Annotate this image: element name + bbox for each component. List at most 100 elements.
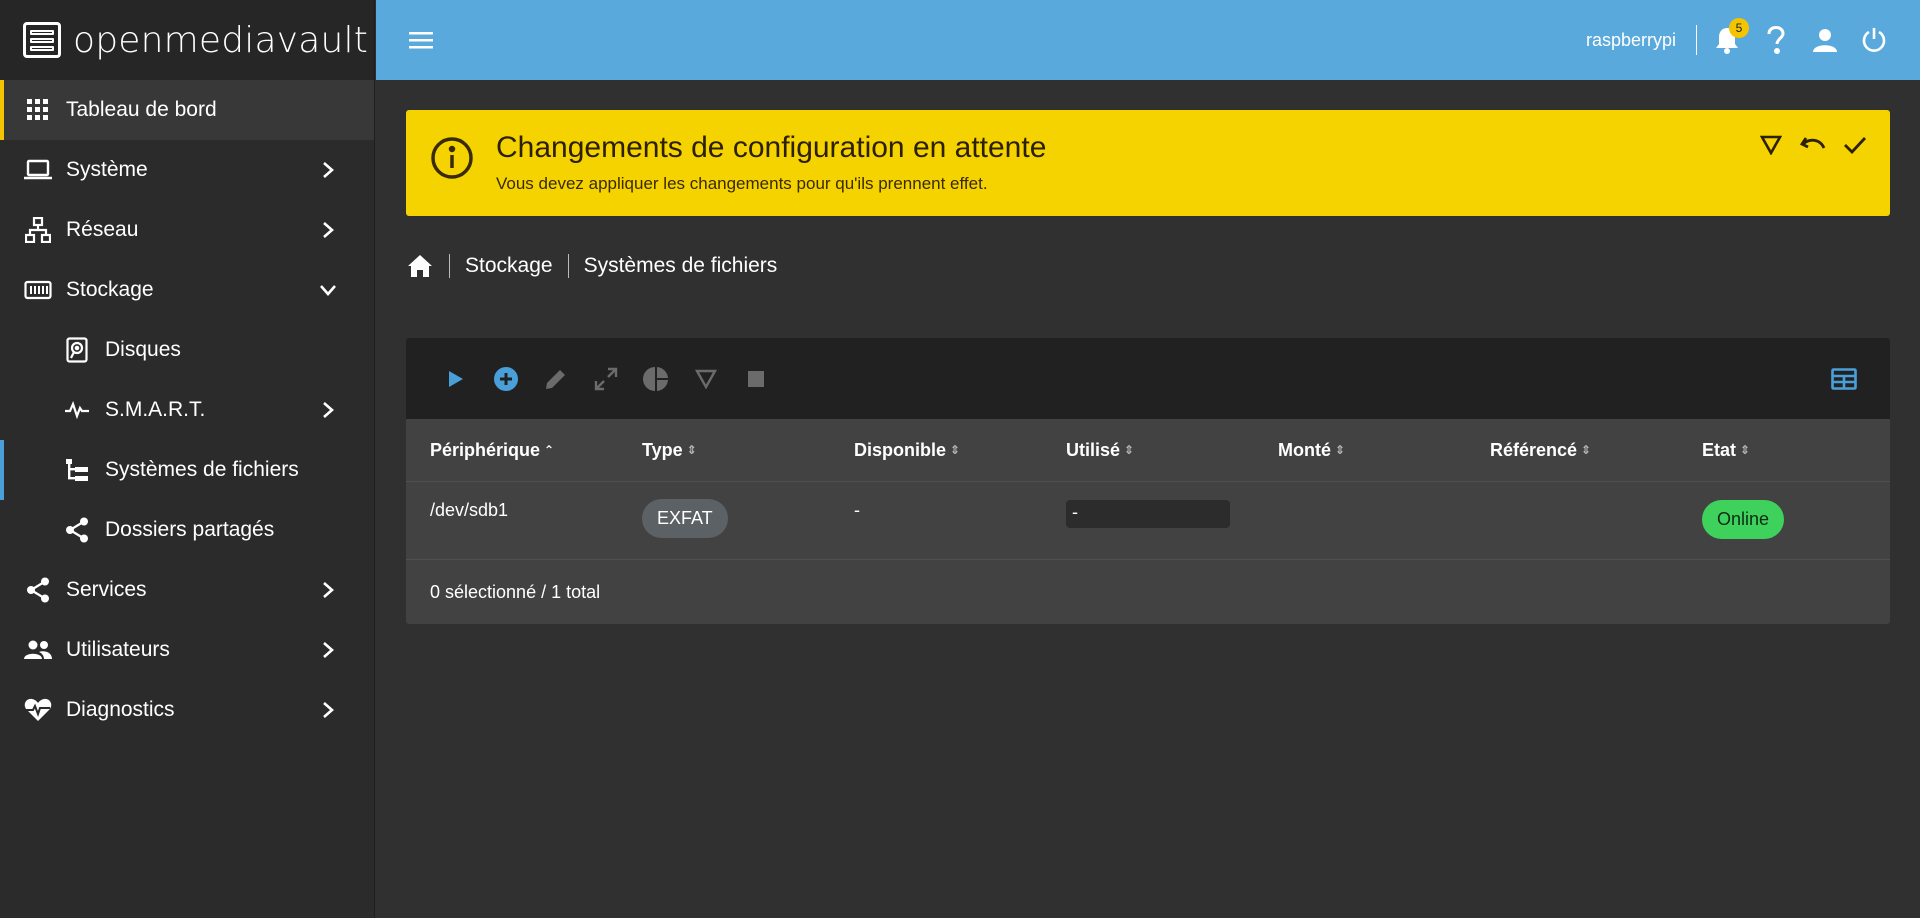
stop-icon[interactable] — [742, 365, 770, 393]
breadcrumb-separator — [567, 254, 569, 278]
sidebar-item-label: Dossiers partagés — [105, 518, 275, 541]
sidebar-item-diagnostics[interactable]: Diagnostics — [0, 680, 374, 740]
cell-used: - — [1066, 500, 1278, 528]
brand[interactable]: openmediavault — [0, 0, 374, 80]
sidebar-item-label: Réseau — [66, 218, 139, 241]
table-row[interactable]: /dev/sdb1 EXFAT - - Online — [406, 482, 1890, 560]
column-label: Type — [642, 439, 683, 460]
column-header-type[interactable]: Type ⇕ — [642, 440, 854, 461]
alert-title: Changements de configuration en attente — [496, 131, 1047, 164]
chevron-right-icon — [316, 218, 340, 242]
type-chip: EXFAT — [642, 499, 728, 538]
sidebar-nav: Tableau de bord Système Réseau Stockage — [0, 80, 374, 740]
column-label: Périphérique — [430, 439, 541, 460]
laptop-icon — [24, 156, 52, 184]
breadcrumb-item-stockage[interactable]: Stockage — [465, 254, 553, 278]
column-header-etat[interactable]: Etat ⇕ — [1702, 440, 1890, 461]
menu-icon[interactable] — [406, 25, 436, 55]
add-icon[interactable] — [492, 365, 520, 393]
column-label: Monté — [1278, 439, 1331, 460]
sidebar-item-smart[interactable]: S.M.A.R.T. — [0, 380, 374, 440]
breadcrumb-item-systemes-de-fichiers: Systèmes de fichiers — [583, 254, 778, 277]
hostname: raspberrypi — [1585, 29, 1676, 50]
breadcrumb: Stockage Systèmes de fichiers — [406, 246, 1890, 286]
sidebar-item-stockage[interactable]: Stockage — [0, 260, 374, 320]
user-icon[interactable] — [1809, 24, 1841, 56]
help-icon[interactable] — [1760, 24, 1792, 56]
sidebar-item-label: Systèmes de fichiers — [105, 458, 299, 481]
heart-pulse-icon — [24, 696, 52, 724]
sidebar-item-label: Disques — [105, 338, 181, 361]
table-header: Périphérique ⌃ Type ⇕ Disponible ⇕ Utilisé ⇕… — [406, 419, 1890, 482]
sidebar-item-services[interactable]: Services — [0, 560, 374, 620]
network-icon — [24, 216, 52, 244]
brand-name: openmediavault — [73, 19, 369, 61]
sidebar-item-disques[interactable]: Disques — [0, 320, 374, 380]
sidebar-item-tableau-de-bord[interactable]: Tableau de bord — [0, 80, 374, 140]
status-badge: Online — [1702, 500, 1785, 539]
sort-asc-icon: ⌃ — [544, 443, 555, 457]
cell-available: - — [854, 500, 860, 520]
users-icon — [24, 636, 52, 664]
info-icon — [430, 136, 474, 180]
sidebar-item-systeme[interactable]: Système — [0, 140, 374, 200]
sidebar-item-reseau[interactable]: Réseau — [0, 200, 374, 260]
sort-icon: ⇕ — [1124, 443, 1135, 457]
openmediavault-logo-icon — [23, 22, 61, 58]
column-header-reference[interactable]: Référencé ⇕ — [1490, 440, 1702, 461]
table-footer: 0 sélectionné / 1 total — [430, 581, 601, 602]
share-icon — [24, 576, 52, 604]
sidebar-item-label: Tableau de bord — [66, 98, 217, 121]
disk-icon — [63, 336, 91, 364]
sort-icon: ⇕ — [1335, 443, 1346, 457]
sidebar-item-utilisateurs[interactable]: Utilisateurs — [0, 620, 374, 680]
column-header-disponible[interactable]: Disponible ⇕ — [854, 440, 1066, 461]
filter-icon[interactable] — [692, 365, 720, 393]
share-icon — [63, 516, 91, 544]
sidebar-item-label: Utilisateurs — [66, 638, 170, 661]
column-header-peripherique[interactable]: Périphérique ⌃ — [430, 440, 642, 461]
chevron-right-icon — [316, 158, 340, 182]
column-header-utilise[interactable]: Utilisé ⇕ — [1066, 440, 1278, 461]
sidebar-item-label: Services — [66, 578, 147, 601]
play-icon[interactable] — [442, 365, 470, 393]
pending-changes-alert: Changements de configuration en attente … — [406, 110, 1890, 216]
filter-icon[interactable] — [1756, 130, 1786, 160]
alert-body: Changements de configuration en attente … — [496, 132, 1046, 194]
quota-icon[interactable] — [642, 365, 670, 393]
alert-actions — [1756, 130, 1870, 160]
undo-icon[interactable] — [1798, 130, 1828, 160]
bell-icon[interactable]: 5 — [1711, 18, 1749, 56]
sidebar-item-label: Système — [66, 158, 148, 181]
cell-type: EXFAT — [642, 499, 854, 538]
table-view-icon[interactable] — [1830, 365, 1858, 393]
expand-icon[interactable] — [592, 365, 620, 393]
cell-device: /dev/sdb1 — [430, 500, 509, 520]
sidebar-item-dossiers-partages[interactable]: Dossiers partagés — [0, 500, 374, 560]
sidebar-item-label: Stockage — [66, 278, 154, 301]
grid-icon — [24, 96, 52, 124]
home-icon[interactable] — [406, 252, 434, 280]
column-label: Utilisé — [1066, 439, 1121, 460]
topbar-actions: raspberrypi 5 — [1585, 18, 1890, 56]
edit-icon[interactable] — [542, 365, 570, 393]
alert-text: Vous devez appliquer les changements pou… — [496, 173, 988, 193]
column-label: Référencé — [1490, 439, 1578, 460]
chevron-down-icon — [316, 278, 340, 302]
power-icon[interactable] — [1858, 24, 1890, 56]
sidebar-item-label: S.M.A.R.T. — [105, 398, 206, 421]
check-icon[interactable] — [1840, 130, 1870, 160]
main-content: Changements de configuration en attente … — [376, 80, 1920, 918]
column-label: Disponible — [854, 439, 947, 460]
filesystems-table: Périphérique ⌃ Type ⇕ Disponible ⇕ Utilisé ⇕… — [406, 338, 1890, 624]
sidebar: openmediavault Tableau de bord Système R… — [0, 0, 375, 918]
sidebar-item-systemes-de-fichiers[interactable]: Systèmes de fichiers — [0, 440, 374, 500]
cell-status: Online — [1702, 500, 1890, 539]
sidebar-item-label: Diagnostics — [66, 698, 175, 721]
column-header-monte[interactable]: Monté ⇕ — [1278, 440, 1490, 461]
storage-icon — [24, 276, 52, 304]
breadcrumb-separator — [449, 254, 450, 278]
sort-icon: ⇕ — [1740, 443, 1751, 457]
pulse-icon — [63, 396, 91, 424]
chevron-right-icon — [316, 638, 340, 662]
